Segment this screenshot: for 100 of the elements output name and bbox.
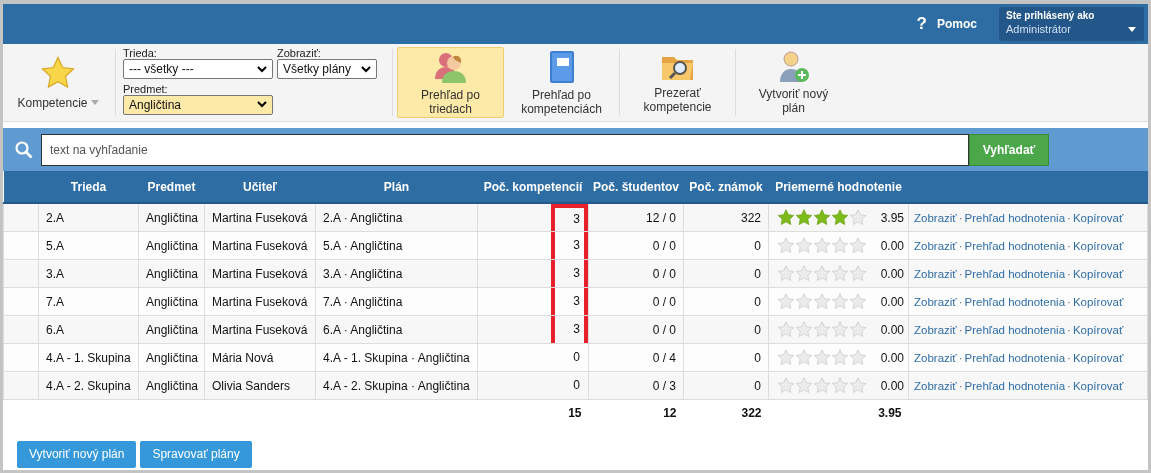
action-link[interactable]: Kopírovať [1072, 239, 1124, 252]
action-link[interactable]: Prehľad hodnotenia [964, 211, 1066, 224]
separator-dot: · [1067, 295, 1071, 308]
table-cell: 2.A [38, 203, 139, 232]
column-header: Priemerné hodnotenie [768, 171, 909, 203]
table-cell: 0 / 0 [588, 315, 684, 344]
separator-dot: · [1067, 267, 1071, 280]
action-link[interactable]: Kopírovať [1072, 211, 1124, 224]
filter-select[interactable]: Angličtina [123, 94, 273, 115]
table-cell: 6.A · Angličtina [315, 315, 478, 344]
action-link[interactable]: Prehľad hodnotenia [964, 295, 1066, 308]
column-header: Trieda [38, 171, 139, 203]
chevron-icon [361, 65, 371, 73]
rating-value: 0.00 [880, 350, 904, 365]
separator-dot: · [958, 323, 963, 336]
search-button[interactable]: Vyhľadať [969, 133, 1049, 166]
help-link[interactable]: ? Pomoc [916, 14, 977, 34]
table-cell: Angličtina [138, 287, 205, 316]
table-cell: 322 [683, 203, 769, 232]
separator-dot: · [958, 211, 963, 224]
table-cell: Martina Fuseková [204, 315, 316, 344]
table-cell: 0 / 0 [588, 231, 684, 260]
filter-label: Zobraziť: [277, 47, 322, 59]
column-header: Poč. kompetencií [477, 171, 589, 203]
kompetencie-menu[interactable]: Kompetencie [3, 47, 113, 118]
action-link[interactable]: Zobraziť [914, 379, 957, 392]
action-link[interactable]: Prehľad hodnotenia [964, 379, 1066, 392]
table-cell: 0 / 4 [588, 343, 684, 372]
toolbar-button[interactable]: Vytvoriť nový plán [740, 47, 847, 118]
add-user-icon [777, 50, 810, 84]
rating-value: 0.00 [880, 238, 904, 253]
table-cell: 12 / 0 [588, 203, 684, 232]
action-link[interactable]: Kopírovať [1072, 323, 1124, 336]
table-cell: 4.A - 2. Skupina [38, 371, 139, 400]
action-link[interactable]: Kopírovať [1072, 379, 1124, 392]
separator-dot: · [1067, 351, 1071, 364]
filter-select[interactable]: Všetky plány [277, 59, 377, 79]
caret-icon [1128, 27, 1136, 32]
table-cell: 0 [683, 231, 769, 260]
separator-dot: · [958, 295, 963, 308]
separator-dot: · [1067, 239, 1071, 252]
table-cell: Olivia Sanders [204, 371, 316, 400]
menu-label: Kompetencie [17, 95, 88, 110]
table-cell-text: 0 [572, 377, 581, 394]
filter-label: Trieda: [123, 47, 158, 59]
action-link[interactable]: Zobraziť [914, 351, 957, 364]
action-link[interactable]: Zobraziť [914, 211, 957, 224]
action-link[interactable]: Kopírovať [1072, 351, 1124, 364]
separator-dot: · [1067, 211, 1071, 224]
action-link[interactable]: Kopírovať [1072, 295, 1124, 308]
action-link[interactable]: Prehľad hodnotenia [964, 351, 1066, 364]
action-link[interactable]: Zobraziť [914, 239, 957, 252]
separator-dot: · [958, 267, 963, 280]
action-link[interactable]: Zobraziť [914, 267, 957, 280]
table-cell: 0 [683, 371, 769, 400]
action-link[interactable]: Zobraziť [914, 295, 957, 308]
column-header: Poč. známok [683, 171, 769, 203]
filter-select[interactable]: --- všetky --- [123, 59, 273, 79]
table-cell: Martina Fuseková [204, 203, 316, 232]
table-cell: 3.A [38, 259, 139, 288]
table-cell: Angličtina [138, 371, 205, 400]
column-header: Predmet [138, 171, 205, 203]
search-field[interactable]: text na vyhľadanie [41, 133, 969, 166]
separator-dot: · [958, 351, 963, 364]
column-header: Poč. študentov [588, 171, 684, 203]
table-cell-text: 0 [572, 349, 581, 366]
table-cell: 6.A [38, 315, 139, 344]
rating-value: 3.95 [880, 210, 904, 225]
table-cell: 4.A - 2. Skupina · Angličtina [315, 371, 478, 400]
user-dropdown[interactable]: Ste prihlásený ako Administrátor [999, 7, 1144, 41]
filter-label: Predmet: [123, 82, 169, 95]
star-icon [40, 55, 76, 90]
action-button[interactable]: Spravovať plány [140, 440, 252, 468]
action-link[interactable]: Prehľad hodnotenia [964, 239, 1066, 252]
table-cell: 3.A · Angličtina [315, 259, 478, 288]
table-cell: 4.A - 1. Skupina [38, 343, 139, 372]
column-header: Učiteľ [204, 171, 316, 203]
action-link[interactable]: Zobraziť [914, 323, 957, 336]
chevron-icon [257, 101, 267, 108]
separator-dot: · [1067, 379, 1071, 392]
table-cell: Mária Nová [204, 343, 316, 372]
action-link[interactable]: Prehľad hodnotenia [964, 323, 1066, 336]
table-cell: Angličtina [138, 203, 205, 232]
table-cell: Angličtina [138, 343, 205, 372]
table-cell: 7.A · Angličtina [315, 287, 478, 316]
toolbar-button[interactable]: Prezerať kompetencie [624, 47, 731, 118]
action-button[interactable]: Vytvoriť nový plán [17, 440, 137, 468]
table-cell: Martina Fuseková [204, 259, 316, 288]
toolbar-button[interactable]: Prehľad po kompetenciách [508, 47, 615, 118]
separator-dot: · [958, 239, 963, 252]
action-link[interactable]: Prehľad hodnotenia [964, 267, 1066, 280]
rating-value: 0.00 [880, 378, 904, 393]
action-link[interactable]: Kopírovať [1072, 267, 1124, 280]
toolbar-button[interactable]: Prehľad po triedach [397, 47, 504, 118]
table-cell: 0 / 0 [588, 259, 684, 288]
table-cell: 5.A · Angličtina [315, 231, 478, 260]
rating-value: 0.00 [880, 294, 904, 309]
separator-dot: · [958, 379, 963, 392]
table-cell: Angličtina [138, 259, 205, 288]
table-cell: 4.A - 1. Skupina · Angličtina [315, 343, 478, 372]
